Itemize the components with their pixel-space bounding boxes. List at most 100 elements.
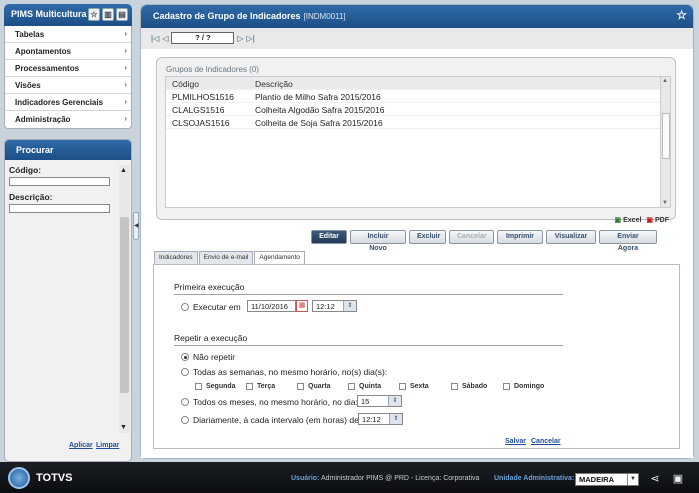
chevron-down-icon[interactable]: ▼ [627,474,638,485]
tab-indicadores[interactable]: Indicadores [154,251,198,264]
menu-item-label: Visões [15,81,41,90]
excel-label: Excel [623,217,642,224]
search-panel: Procurar Código: Descrição: ▲ ▼ Aplicar … [4,139,132,462]
scrollbar-thumb[interactable] [120,217,129,393]
cancel-button[interactable]: Cancelar [449,230,494,244]
tab-agendamento[interactable]: Agendamento [254,251,305,264]
run-at-label: Executar em [193,302,241,312]
export-excel-button[interactable]: ▣ Excel [615,216,642,224]
tab-envio-email[interactable]: Envio de e-mail [198,251,254,264]
day-checkbox-quarta[interactable] [297,383,304,390]
scroll-down-icon[interactable]: ▼ [120,424,127,431]
day-checkbox-domingo[interactable] [503,383,510,390]
day-label: Terça [257,383,276,390]
previous-record-icon[interactable]: ◁ [162,34,168,43]
apply-link[interactable]: Aplicar [69,442,93,449]
chevron-right-icon: › [124,63,127,72]
page-title-bar: Cadastro de Grupo de Indicadores [INDM001… [141,5,693,28]
description-input[interactable] [9,204,110,213]
delete-button[interactable]: Excluir [409,230,446,244]
cell-code: CLALGS1516 [172,105,225,115]
totvs-logo-icon [8,467,30,489]
day-label: Domingo [514,383,545,390]
scroll-up-icon[interactable]: ▲ [662,78,668,84]
time-input[interactable]: 12:12 ⇕ [312,300,357,312]
spinner-icon[interactable]: ⇕ [389,414,402,424]
chevron-right-icon: › [124,46,127,55]
table-row[interactable]: CLSOJAS1516 Colheita de Soja Safra 2015/… [166,116,670,129]
menu-item-apontamentos[interactable]: Apontamentos › [5,43,131,60]
next-record-icon[interactable]: ▷ [237,34,243,43]
monthly-day-input[interactable]: 15 ⇕ [357,395,402,407]
favorite-star-icon[interactable]: ☆ [676,8,687,22]
grid-panel: Grupos de Indicadores (0) Código Descriç… [156,57,676,224]
cell-description: Colheita de Soja Safra 2015/2016 [255,118,383,128]
lock-icon[interactable]: ▣ [671,472,685,486]
menu-item-administracao[interactable]: Administração › [5,111,131,128]
clear-link[interactable]: Limpar [96,442,119,449]
favorites-star-icon[interactable]: ☆ [88,8,100,21]
send-now-button[interactable]: Enviar Agora [599,230,657,252]
unit-select[interactable]: MADEIRA ▼ [575,473,639,486]
cell-description: Plantio de Milho Safra 2015/2016 [255,92,381,102]
table-row[interactable]: PLMILHOS1516 Plantio de Milho Safra 2015… [166,90,670,103]
chevron-right-icon: › [124,29,127,38]
search-scrollbar[interactable]: ▲ ▼ [119,165,130,433]
save-link[interactable]: Salvar [505,438,526,445]
no-repeat-radio[interactable] [181,353,189,361]
excel-icon: ▣ [614,217,622,224]
daily-radio[interactable] [181,416,189,424]
first-record-icon[interactable]: |◁ [151,34,159,43]
record-counter[interactable]: ? / ? [171,32,235,44]
view-button[interactable]: Visualizar [546,230,596,244]
day-checkbox-quinta[interactable] [348,383,355,390]
cancel-link[interactable]: Cancelar [531,438,561,445]
spinner-icon[interactable]: ⇕ [388,396,401,406]
data-grid: Código Descrição PLMILHOS1516 Plantio de… [165,76,671,208]
day-checkbox-sabado[interactable] [451,383,458,390]
grid-scrollbar[interactable]: ▲ ▼ [660,77,670,207]
day-label: Segunda [206,383,236,390]
spinner-icon[interactable]: ⇕ [343,301,356,311]
calendar-icon[interactable]: ▦ [296,300,308,312]
menu-item-processamentos[interactable]: Processamentos › [5,60,131,77]
table-row[interactable]: CLALGS1516 Colheita Algodão Safra 2015/2… [166,103,670,116]
share-icon[interactable]: ⋖ [648,472,662,486]
last-record-icon[interactable]: ▷| [247,34,255,43]
cell-code: CLSOJAS1516 [172,118,230,128]
column-header-description[interactable]: Descrição [255,77,293,89]
new-button[interactable]: Incluir Novo [350,230,406,252]
print-button[interactable]: Imprimir [497,230,543,244]
description-label: Descrição: [9,192,53,202]
monthly-radio[interactable] [181,398,189,406]
menu-item-indicadores[interactable]: Indicadores Gerenciais › [5,94,131,111]
interval-input[interactable]: 12:12 ⇕ [358,413,403,425]
date-input[interactable]: 11/10/2016 [247,300,296,312]
sitemap-icon[interactable]: ▤ [116,8,128,21]
run-at-radio[interactable] [181,303,189,311]
weekly-radio[interactable] [181,368,189,376]
cell-description: Colheita Algodão Safra 2015/2016 [255,105,385,115]
code-input[interactable] [9,177,110,186]
chart-icon[interactable]: ▥ [102,8,114,21]
day-checkbox-segunda[interactable] [195,383,202,390]
scroll-down-icon[interactable]: ▼ [662,200,668,206]
pdf-label: PDF [655,217,669,224]
day-checkbox-sexta[interactable] [399,383,406,390]
app-header: PIMS Multicultura ☆ ▥ ▤ [4,4,132,26]
menu-item-visoes[interactable]: Visões › [5,77,131,94]
menu-item-label: Apontamentos [15,47,71,56]
menu-item-tabelas[interactable]: Tabelas › [5,26,131,43]
no-repeat-label: Não repetir [193,352,236,362]
collapse-sidebar-button[interactable]: ◀ [133,212,139,240]
daily-label: Diariamente, à cada intervalo (em horas)… [193,415,362,425]
totvs-logo: TOTVS [8,467,72,489]
edit-button[interactable]: Editar [311,230,347,244]
first-execution-title: Primeira execução [174,282,245,292]
export-pdf-button[interactable]: ▣ PDF [646,216,669,224]
day-checkbox-terca[interactable] [246,383,253,390]
scroll-up-icon[interactable]: ▲ [120,167,127,174]
scrollbar-thumb[interactable] [662,113,670,159]
repeat-title: Repetir a execução [174,333,248,343]
column-header-code[interactable]: Código [166,77,255,89]
